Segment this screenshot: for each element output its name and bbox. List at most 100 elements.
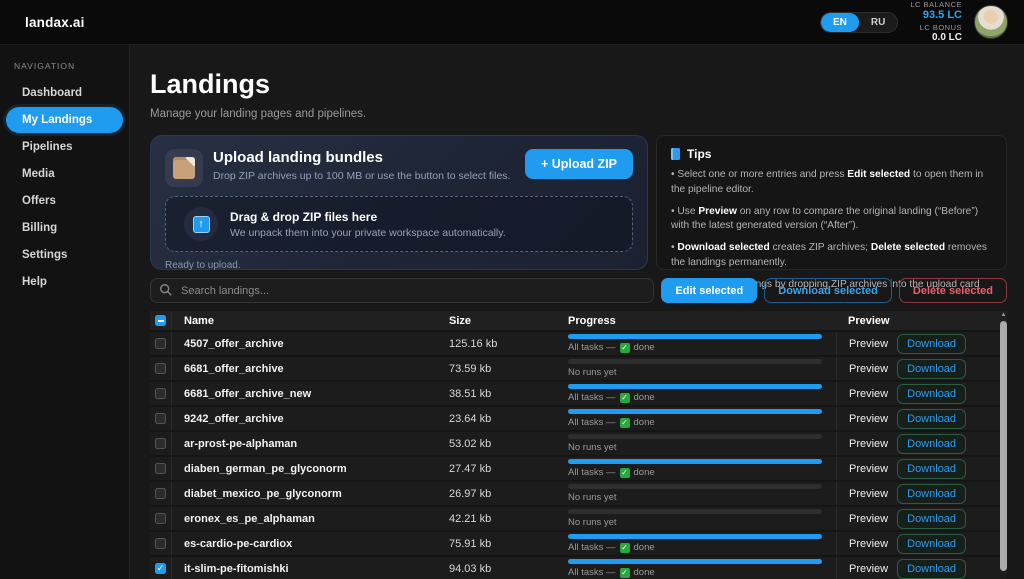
progress-cell: All tasks —✓done	[556, 457, 836, 480]
sidebar-item-my-landings[interactable]: My Landings	[6, 107, 123, 133]
done-check-icon: ✓	[620, 343, 630, 353]
upload-zip-button[interactable]: + Upload ZIP	[525, 149, 633, 179]
row-checkbox[interactable]	[155, 463, 166, 474]
balance-block: LC BALANCE 93.5 LC LC BONUS 0.0 LC	[910, 0, 962, 45]
download-button[interactable]: Download	[897, 534, 966, 554]
row-checkbox[interactable]	[155, 438, 166, 449]
sidebar-item-help[interactable]: Help	[6, 269, 123, 295]
row-checkbox[interactable]	[155, 488, 166, 499]
tip-item: • Select one or more entries and press E…	[671, 168, 992, 198]
app-logo: landax.ai	[25, 15, 85, 30]
preview-cell: Preview Download	[836, 557, 1007, 579]
topbar-right: EN RU LC BALANCE 93.5 LC LC BONUS 0.0 LC	[820, 0, 1008, 45]
progress-label: No runs yet	[568, 442, 617, 453]
dropzone[interactable]: ↑ Drag & drop ZIP files here We unpack t…	[165, 196, 633, 252]
book-icon	[671, 148, 680, 160]
preview-cell: Preview Download	[836, 507, 1007, 530]
landing-size: 53.02 kb	[437, 432, 556, 455]
row-checkbox[interactable]	[155, 363, 166, 374]
progress-label: All tasks —✓done	[568, 542, 655, 553]
progress-bar	[568, 384, 822, 389]
done-check-icon: ✓	[620, 543, 630, 553]
progress-label: No runs yet	[568, 367, 617, 378]
header-preview: Preview	[836, 311, 1007, 330]
search-icon	[159, 283, 173, 297]
progress-label: All tasks —✓done	[568, 567, 655, 578]
user-avatar[interactable]	[974, 5, 1008, 39]
sidebar-item-offers[interactable]: Offers	[6, 188, 123, 214]
landing-size: 94.03 kb	[437, 557, 556, 579]
search-box	[150, 278, 654, 303]
sidebar-item-media[interactable]: Media	[6, 161, 123, 187]
row-checkbox[interactable]	[155, 338, 166, 349]
upload-card-title: Upload landing bundles	[213, 149, 515, 166]
row-checkbox[interactable]	[155, 538, 166, 549]
upload-card-subtitle: Drop ZIP archives up to 100 MB or use th…	[213, 170, 515, 182]
select-all-checkbox[interactable]	[155, 315, 166, 326]
delete-selected-button[interactable]: Delete selected	[899, 278, 1007, 303]
download-button[interactable]: Download	[897, 484, 966, 504]
progress-bar	[568, 359, 822, 364]
page-title: Landings	[150, 69, 1007, 100]
tip-item: • Use Preview on any row to compare the …	[671, 205, 992, 235]
download-selected-button[interactable]: Download selected	[764, 278, 892, 303]
preview-link[interactable]: Preview	[849, 538, 888, 550]
progress-cell: No runs yet	[556, 507, 836, 530]
landing-size: 75.91 kb	[437, 532, 556, 555]
lang-ru-button[interactable]: RU	[859, 13, 897, 32]
row-checkbox[interactable]: ✓	[155, 563, 166, 574]
preview-cell: Preview Download	[836, 407, 1007, 430]
sidebar-item-dashboard[interactable]: Dashboard	[6, 80, 123, 106]
header-progress: Progress	[556, 311, 836, 330]
sidebar-item-billing[interactable]: Billing	[6, 215, 123, 241]
landing-size: 42.21 kb	[437, 507, 556, 530]
nav-items: DashboardMy LandingsPipelinesMediaOffers…	[0, 80, 129, 295]
header-name: Name	[172, 311, 437, 330]
search-input[interactable]	[150, 278, 654, 303]
progress-label: All tasks —✓done	[568, 342, 655, 353]
download-button[interactable]: Download	[897, 459, 966, 479]
edit-selected-button[interactable]: Edit selected	[661, 278, 757, 303]
landing-name: 4507_offer_archive	[172, 332, 437, 355]
preview-link[interactable]: Preview	[849, 338, 888, 350]
preview-link[interactable]: Preview	[849, 563, 888, 575]
upload-status: Ready to upload.	[165, 260, 633, 271]
sidebar-item-settings[interactable]: Settings	[6, 242, 123, 268]
download-button[interactable]: Download	[897, 384, 966, 404]
download-button[interactable]: Download	[897, 509, 966, 529]
done-check-icon: ✓	[620, 568, 630, 578]
preview-link[interactable]: Preview	[849, 513, 888, 525]
download-button[interactable]: Download	[897, 359, 966, 379]
preview-link[interactable]: Preview	[849, 463, 888, 475]
row-checkbox[interactable]	[155, 513, 166, 524]
progress-label: No runs yet	[568, 517, 617, 528]
row-checkbox[interactable]	[155, 413, 166, 424]
done-check-icon: ✓	[620, 468, 630, 478]
table-scrollbar[interactable]: ▲	[999, 311, 1007, 579]
landing-name: it-slim-pe-fitomishki	[172, 557, 437, 579]
preview-link[interactable]: Preview	[849, 438, 888, 450]
sidebar-item-pipelines[interactable]: Pipelines	[6, 134, 123, 160]
preview-link[interactable]: Preview	[849, 388, 888, 400]
done-check-icon: ✓	[620, 418, 630, 428]
preview-link[interactable]: Preview	[849, 488, 888, 500]
progress-cell: All tasks —✓done	[556, 382, 836, 405]
progress-label: All tasks —✓done	[568, 417, 655, 428]
table-row: es-cardio-pe-cardiox75.91 kbAll tasks —✓…	[150, 532, 1007, 557]
scrollbar-thumb[interactable]	[1000, 321, 1007, 571]
landing-name: 6681_offer_archive	[172, 357, 437, 380]
preview-link[interactable]: Preview	[849, 363, 888, 375]
landing-name: 9242_offer_archive	[172, 407, 437, 430]
preview-link[interactable]: Preview	[849, 413, 888, 425]
download-button[interactable]: Download	[897, 334, 966, 354]
landing-size: 27.47 kb	[437, 457, 556, 480]
progress-bar	[568, 409, 822, 414]
download-button[interactable]: Download	[897, 559, 966, 579]
row-checkbox[interactable]	[155, 388, 166, 399]
lang-en-button[interactable]: EN	[821, 13, 859, 32]
download-button[interactable]: Download	[897, 409, 966, 429]
download-button[interactable]: Download	[897, 434, 966, 454]
scrollbar-up-arrow[interactable]: ▲	[999, 311, 1007, 320]
lc-bonus-value: 0.0 LC	[910, 32, 962, 45]
landing-size: 125.16 kb	[437, 332, 556, 355]
